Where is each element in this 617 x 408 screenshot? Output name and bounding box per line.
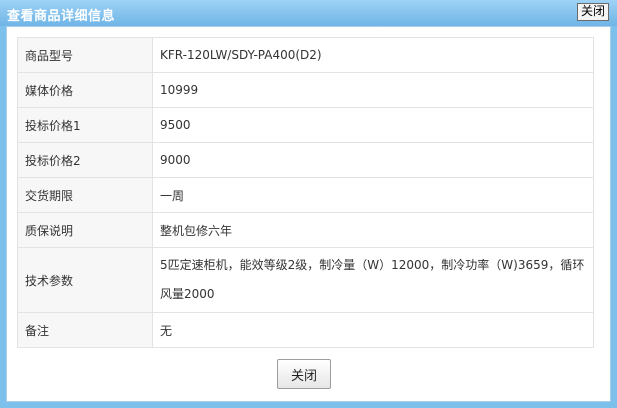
- dialog-content: 商品型号 KFR-120LW/SDY-PA400(D2) 媒体价格 10999 …: [6, 26, 611, 402]
- table-row: 交货期限 一周: [17, 177, 594, 213]
- field-value-delivery-term: 一周: [152, 177, 594, 213]
- field-label-delivery-term: 交货期限: [17, 177, 153, 213]
- table-row: 商品型号 KFR-120LW/SDY-PA400(D2): [17, 37, 594, 73]
- field-label-media-price: 媒体价格: [17, 72, 153, 108]
- field-label-warranty: 质保说明: [17, 212, 153, 248]
- field-label-model: 商品型号: [17, 37, 153, 73]
- table-row: 投标价格1 9500: [17, 107, 594, 143]
- field-value-media-price: 10999: [152, 72, 594, 108]
- product-detail-dialog: 查看商品详细信息 关闭 商品型号 KFR-120LW/SDY-PA400(D2)…: [0, 0, 617, 408]
- field-value-warranty: 整机包修六年: [152, 212, 594, 248]
- table-row: 备注 无: [17, 312, 594, 348]
- close-button[interactable]: 关闭: [277, 359, 331, 389]
- table-row: 质保说明 整机包修六年: [17, 212, 594, 248]
- dialog-title: 查看商品详细信息: [7, 9, 116, 24]
- field-value-tech-specs: 5匹定速柜机，能效等级2级，制冷量（W）12000，制冷功率（W)3659，循环…: [152, 247, 594, 313]
- field-label-bid-price-1: 投标价格1: [17, 107, 153, 143]
- titlebar-close-button[interactable]: 关闭: [576, 3, 609, 21]
- field-value-bid-price-2: 9000: [152, 142, 594, 178]
- product-detail-table: 商品型号 KFR-120LW/SDY-PA400(D2) 媒体价格 10999 …: [17, 37, 594, 348]
- table-row: 技术参数 5匹定速柜机，能效等级2级，制冷量（W）12000，制冷功率（W)36…: [17, 247, 594, 313]
- field-label-remarks: 备注: [17, 312, 153, 348]
- field-label-bid-price-2: 投标价格2: [17, 142, 153, 178]
- field-value-remarks: 无: [152, 312, 594, 348]
- field-label-tech-specs: 技术参数: [17, 247, 153, 313]
- field-value-model: KFR-120LW/SDY-PA400(D2): [152, 37, 594, 73]
- dialog-titlebar: 查看商品详细信息 关闭: [0, 0, 617, 26]
- field-value-bid-price-1: 9500: [152, 107, 594, 143]
- table-row: 媒体价格 10999: [17, 72, 594, 108]
- table-row: 投标价格2 9000: [17, 142, 594, 178]
